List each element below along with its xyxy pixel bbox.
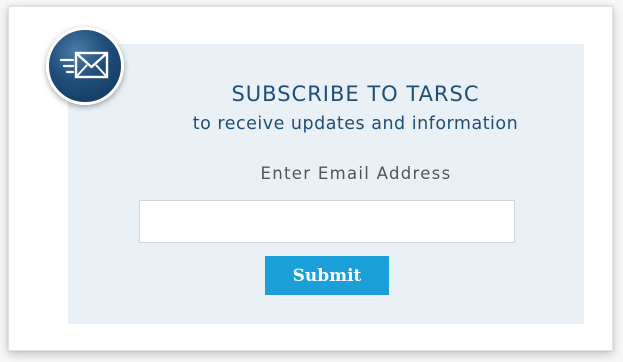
- subscribe-subtitle: to receive updates and information: [192, 114, 519, 134]
- subscribe-widget-frame: SUBSCRIBE TO TARSC to receive updates an…: [8, 6, 613, 351]
- submit-button[interactable]: Submit: [265, 256, 389, 295]
- envelope-icon: [59, 51, 109, 79]
- email-field[interactable]: [139, 200, 515, 243]
- subscribe-title: SUBSCRIBE TO TARSC: [231, 82, 480, 106]
- email-field-label: Enter Email Address: [260, 164, 452, 183]
- mail-badge: [46, 27, 124, 105]
